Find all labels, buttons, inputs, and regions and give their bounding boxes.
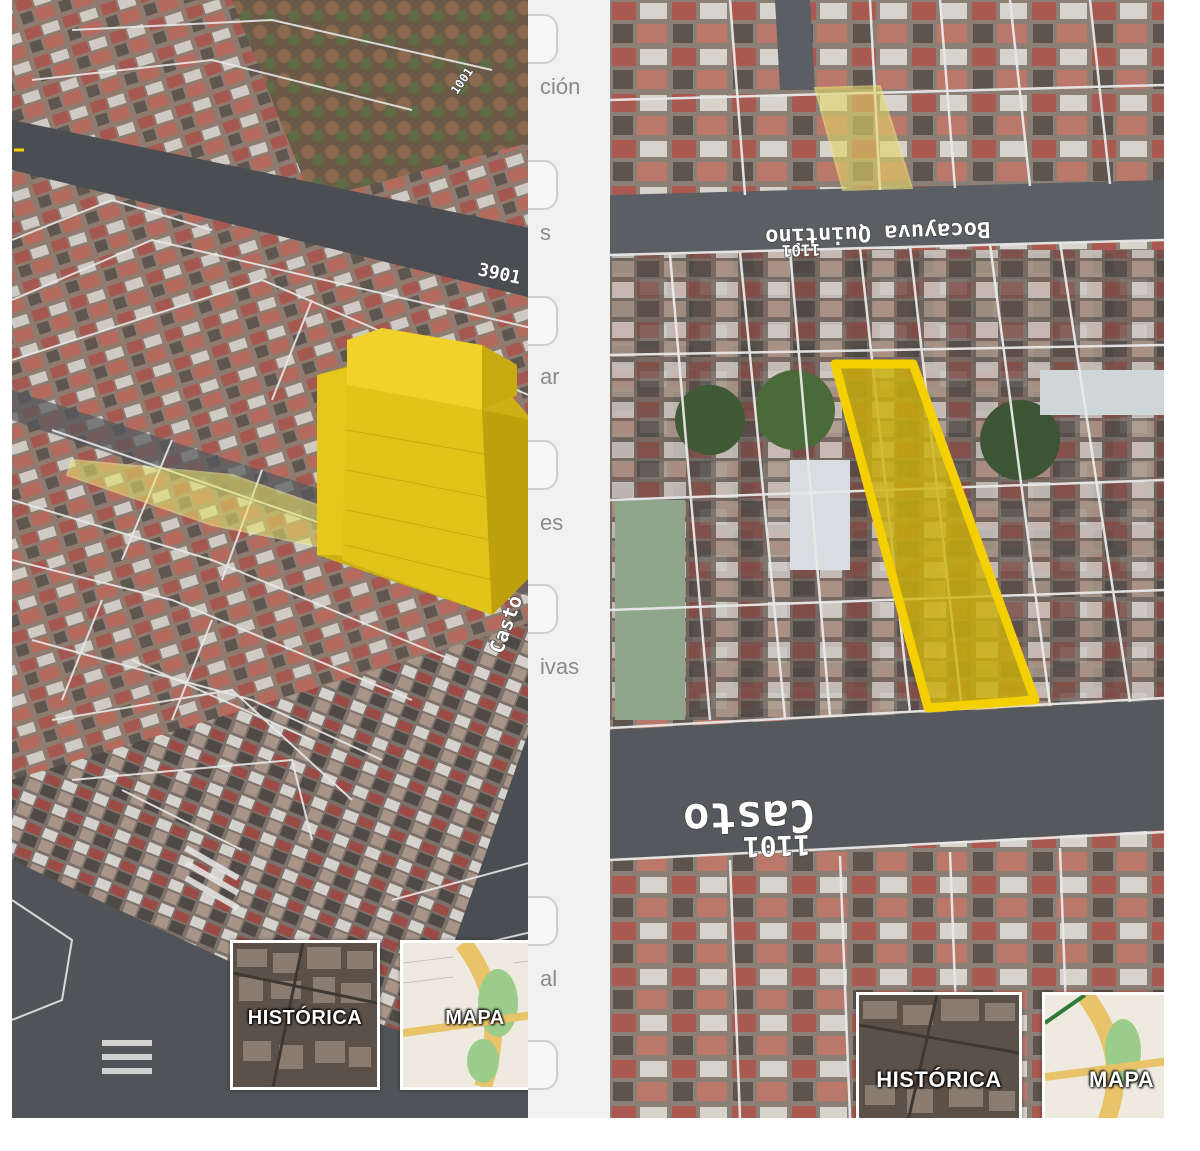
- layer-historica-label: HISTÓRICA: [876, 1067, 1002, 1092]
- side-menu-label[interactable]: ivas: [540, 654, 579, 680]
- mapa-thumb-image: [1045, 995, 1164, 1118]
- side-menu-strip: ción s ar es ivas al: [528, 0, 610, 1118]
- bottom-margin: [0, 1118, 1200, 1151]
- side-menu-label[interactable]: es: [540, 510, 563, 536]
- left-map-panel[interactable]: 3901 Casto 1001 HISTÓRICA MAPA: [12, 0, 540, 1118]
- layer-mapa-thumb[interactable]: MAPA: [1042, 992, 1164, 1118]
- layer-historica-label: HISTÓRICA: [247, 1007, 363, 1029]
- side-menu-button[interactable]: [528, 440, 558, 490]
- historica-thumb-image: [859, 995, 1019, 1118]
- side-menu-label[interactable]: s: [540, 220, 551, 246]
- side-menu-label[interactable]: al: [540, 966, 557, 992]
- layer-historica-thumb[interactable]: HISTÓRICA: [230, 940, 380, 1090]
- side-menu-label[interactable]: ción: [540, 74, 580, 100]
- side-menu-button[interactable]: [528, 584, 558, 634]
- side-menu-button[interactable]: [528, 1040, 558, 1090]
- street-number-label: 1101: [742, 828, 811, 863]
- side-menu-label[interactable]: ar: [540, 364, 560, 390]
- street-number-label: 1101: [781, 240, 820, 260]
- layer-historica-thumb[interactable]: HISTÓRICA: [856, 992, 1022, 1118]
- side-menu-button[interactable]: [528, 896, 558, 946]
- side-menu-button[interactable]: [528, 160, 558, 210]
- side-menu-button[interactable]: [528, 296, 558, 346]
- layer-mapa-label: MAPA: [1089, 1067, 1155, 1092]
- side-menu-button[interactable]: [528, 14, 558, 64]
- right-map-panel[interactable]: Bocayuva Quintino 1101 Casto 1101 HISTÓR…: [610, 0, 1164, 1118]
- layer-mapa-label: MAPA: [445, 1007, 505, 1029]
- layer-mapa-thumb[interactable]: MAPA: [400, 940, 540, 1090]
- right-satellite-map[interactable]: Bocayuva Quintino 1101 Casto 1101: [610, 0, 1164, 1118]
